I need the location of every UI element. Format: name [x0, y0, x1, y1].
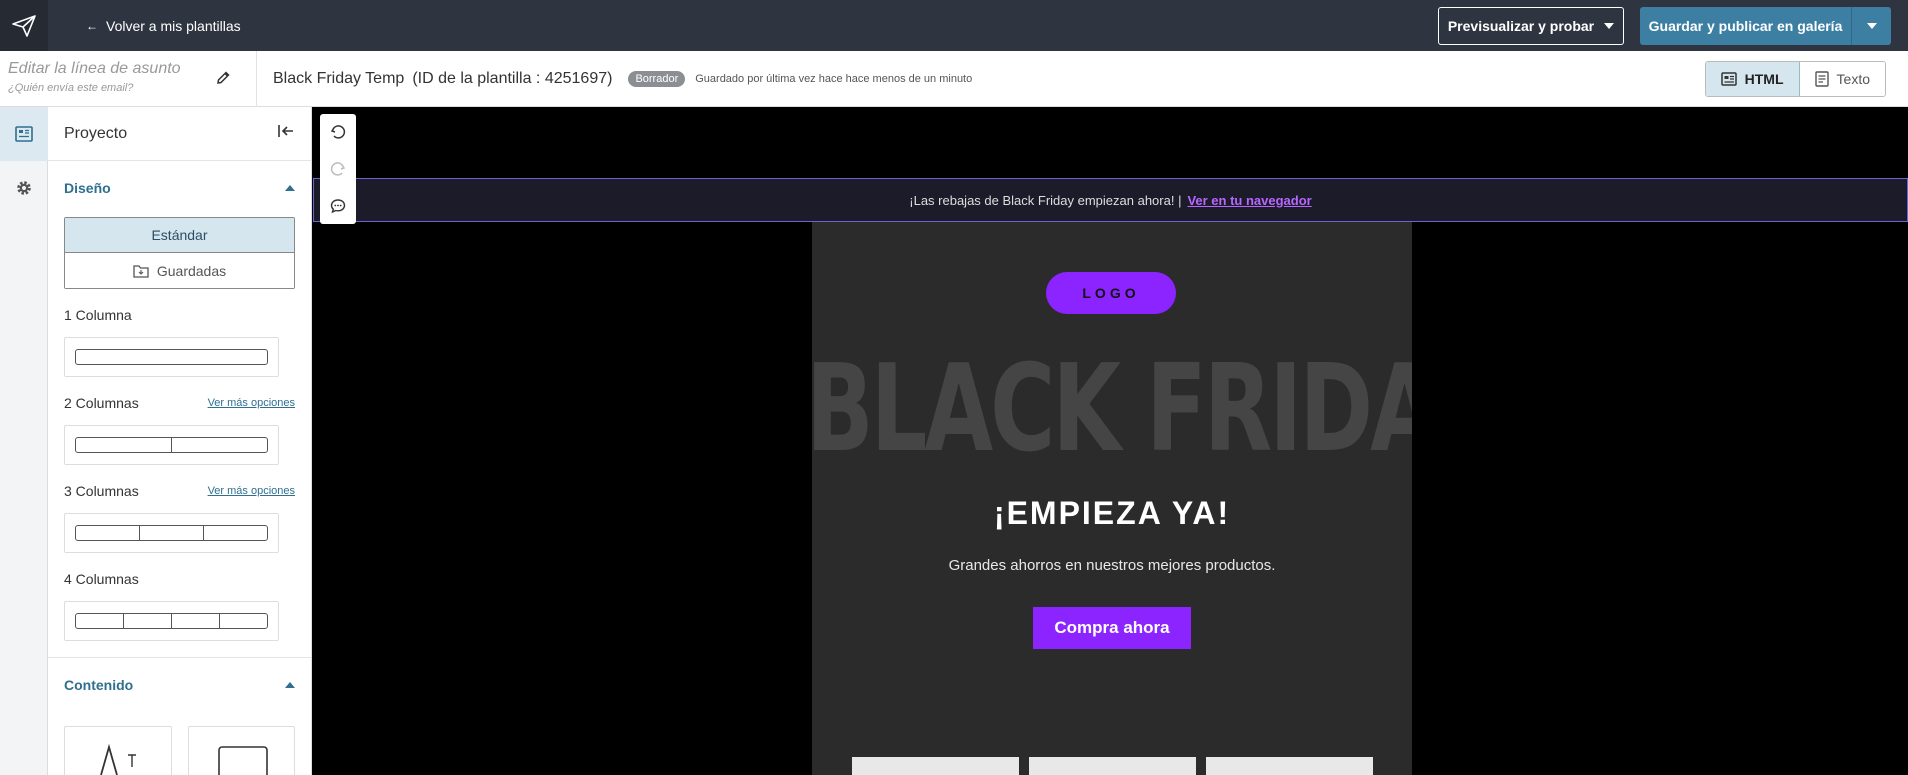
editor-toolbar: [320, 114, 356, 224]
publish-split-button: Guardar y publicar en galería: [1640, 6, 1891, 45]
html-doc-icon: [1720, 71, 1737, 86]
three-column-label: 3 Columnas: [64, 483, 139, 499]
more-options-link[interactable]: Ver más opciones: [208, 397, 295, 409]
layout-source-selector: Estándar Guardadas: [64, 217, 295, 289]
layout-bar: [75, 525, 268, 541]
four-column-row: 4 Columnas: [48, 571, 311, 587]
layout-panel-tab[interactable]: [0, 107, 48, 161]
paper-plane-logo-icon[interactable]: [0, 0, 48, 51]
design-section-toggle[interactable]: Diseño: [48, 161, 311, 215]
shop-now-button[interactable]: Compra ahora: [1033, 607, 1191, 649]
back-to-templates-link[interactable]: ← Volver a mis plantillas: [86, 18, 241, 34]
preheader-row[interactable]: ¡Las rebajas de Black Friday empiezan ah…: [313, 178, 1908, 222]
subject-line-placeholder[interactable]: Editar la línea de asunto: [8, 60, 248, 78]
tab-text[interactable]: Texto: [1799, 61, 1885, 96]
tab-html[interactable]: HTML: [1705, 61, 1800, 96]
folder-icon: [133, 264, 149, 278]
product-image[interactable]: [1206, 757, 1373, 775]
three-column-layout[interactable]: [64, 513, 279, 553]
hero-subtitle[interactable]: Grandes ahorros en nuestros mejores prod…: [812, 557, 1412, 574]
content-section-label: Contenido: [64, 677, 134, 693]
pencil-icon[interactable]: [215, 70, 231, 91]
tab-saved-label: Guardadas: [156, 262, 227, 279]
panel-header: Proyecto: [48, 107, 311, 161]
layout-bar: [75, 349, 268, 365]
layout-bar: [75, 437, 268, 453]
tab-saved[interactable]: Guardadas: [65, 253, 294, 288]
one-column-layout[interactable]: [64, 337, 279, 377]
saved-status: Guardado por última vez hace hace menos …: [695, 72, 973, 85]
two-column-row: 2 Columnas Ver más opciones: [48, 395, 311, 411]
back-label: Volver a mis plantillas: [106, 17, 241, 34]
gear-icon: [17, 181, 31, 195]
preview-label: Previsualizar y probar: [1447, 17, 1595, 34]
content-blocks: [48, 726, 311, 775]
four-column-label: 4 Columnas: [64, 571, 139, 587]
tab-standard[interactable]: Estándar: [65, 218, 294, 253]
caret-down-icon: [1866, 22, 1877, 29]
content-section-toggle[interactable]: Contenido: [48, 658, 311, 712]
caret-up-icon: [285, 682, 295, 688]
left-rail: [0, 107, 48, 775]
template-id: (ID de la plantilla : 4251697): [412, 69, 613, 87]
template-info-bar: Editar la línea de asunto ¿Quién envía e…: [0, 50, 1908, 107]
status-badge: Borrador: [628, 70, 686, 87]
redo-icon[interactable]: [330, 161, 346, 177]
two-column-layout[interactable]: [64, 425, 279, 465]
text-doc-icon: [1814, 70, 1829, 87]
image-block[interactable]: [187, 726, 295, 775]
more-options-link[interactable]: Ver más opciones: [208, 485, 295, 497]
save-and-publish-button[interactable]: Guardar y publicar en galería: [1640, 6, 1851, 45]
black-friday-headline[interactable]: BLACK FRIDAY: [812, 350, 1412, 470]
caret-down-icon: [1604, 22, 1615, 29]
design-panel: Proyecto Diseño Estándar Guardadas 1 Col…: [48, 107, 312, 775]
preview-and-test-button[interactable]: Previsualizar y probar: [1438, 6, 1624, 45]
settings-panel-tab[interactable]: [0, 161, 48, 215]
one-column-row: 1 Columna: [48, 307, 311, 323]
image-block-icon: [217, 746, 268, 775]
product-image[interactable]: [1029, 757, 1196, 775]
one-column-label: 1 Columna: [64, 307, 132, 323]
sender-placeholder[interactable]: ¿Quién envía este email?: [8, 82, 248, 94]
layout-bar: [75, 613, 268, 629]
top-bar: ← Volver a mis plantillas Previsualizar …: [0, 0, 1908, 51]
newspaper-icon: [15, 126, 33, 142]
three-column-row: 3 Columnas Ver más opciones: [48, 483, 311, 499]
subject-editor[interactable]: Editar la línea de asunto ¿Quién envía e…: [0, 50, 257, 107]
tab-html-label: HTML: [1744, 70, 1784, 87]
text-block-icon: [100, 743, 136, 775]
email-canvas: ¡Las rebajas de Black Friday empiezan ah…: [313, 107, 1908, 775]
tab-text-label: Texto: [1836, 70, 1870, 87]
two-column-label: 2 Columnas: [64, 395, 139, 411]
editor-mode-toggle: HTML Texto: [1704, 60, 1886, 97]
text-block[interactable]: [64, 726, 172, 775]
email-body[interactable]: LOGO BLACK FRIDAY ¡EMPIEZA YA! Grandes a…: [812, 222, 1412, 775]
collapse-panel-icon[interactable]: [277, 123, 295, 144]
template-name: Black Friday Temp: [273, 69, 405, 87]
logo-pill[interactable]: LOGO: [1046, 272, 1176, 314]
panel-title: Proyecto: [64, 124, 128, 142]
product-thumbnails: [852, 757, 1373, 775]
arrow-left-icon: ←: [86, 18, 98, 33]
undo-icon[interactable]: [330, 124, 346, 140]
caret-up-icon: [285, 185, 295, 191]
design-section-label: Diseño: [64, 180, 111, 196]
view-in-browser-link[interactable]: Ver en tu navegador: [1187, 193, 1311, 208]
hero-title[interactable]: ¡EMPIEZA YA!: [812, 495, 1412, 532]
product-image[interactable]: [852, 757, 1019, 775]
preheader-text: ¡Las rebajas de Black Friday empiezan ah…: [909, 192, 1182, 208]
publish-dropdown-button[interactable]: [1851, 6, 1891, 45]
comment-icon[interactable]: [330, 198, 346, 214]
four-column-layout[interactable]: [64, 601, 279, 641]
